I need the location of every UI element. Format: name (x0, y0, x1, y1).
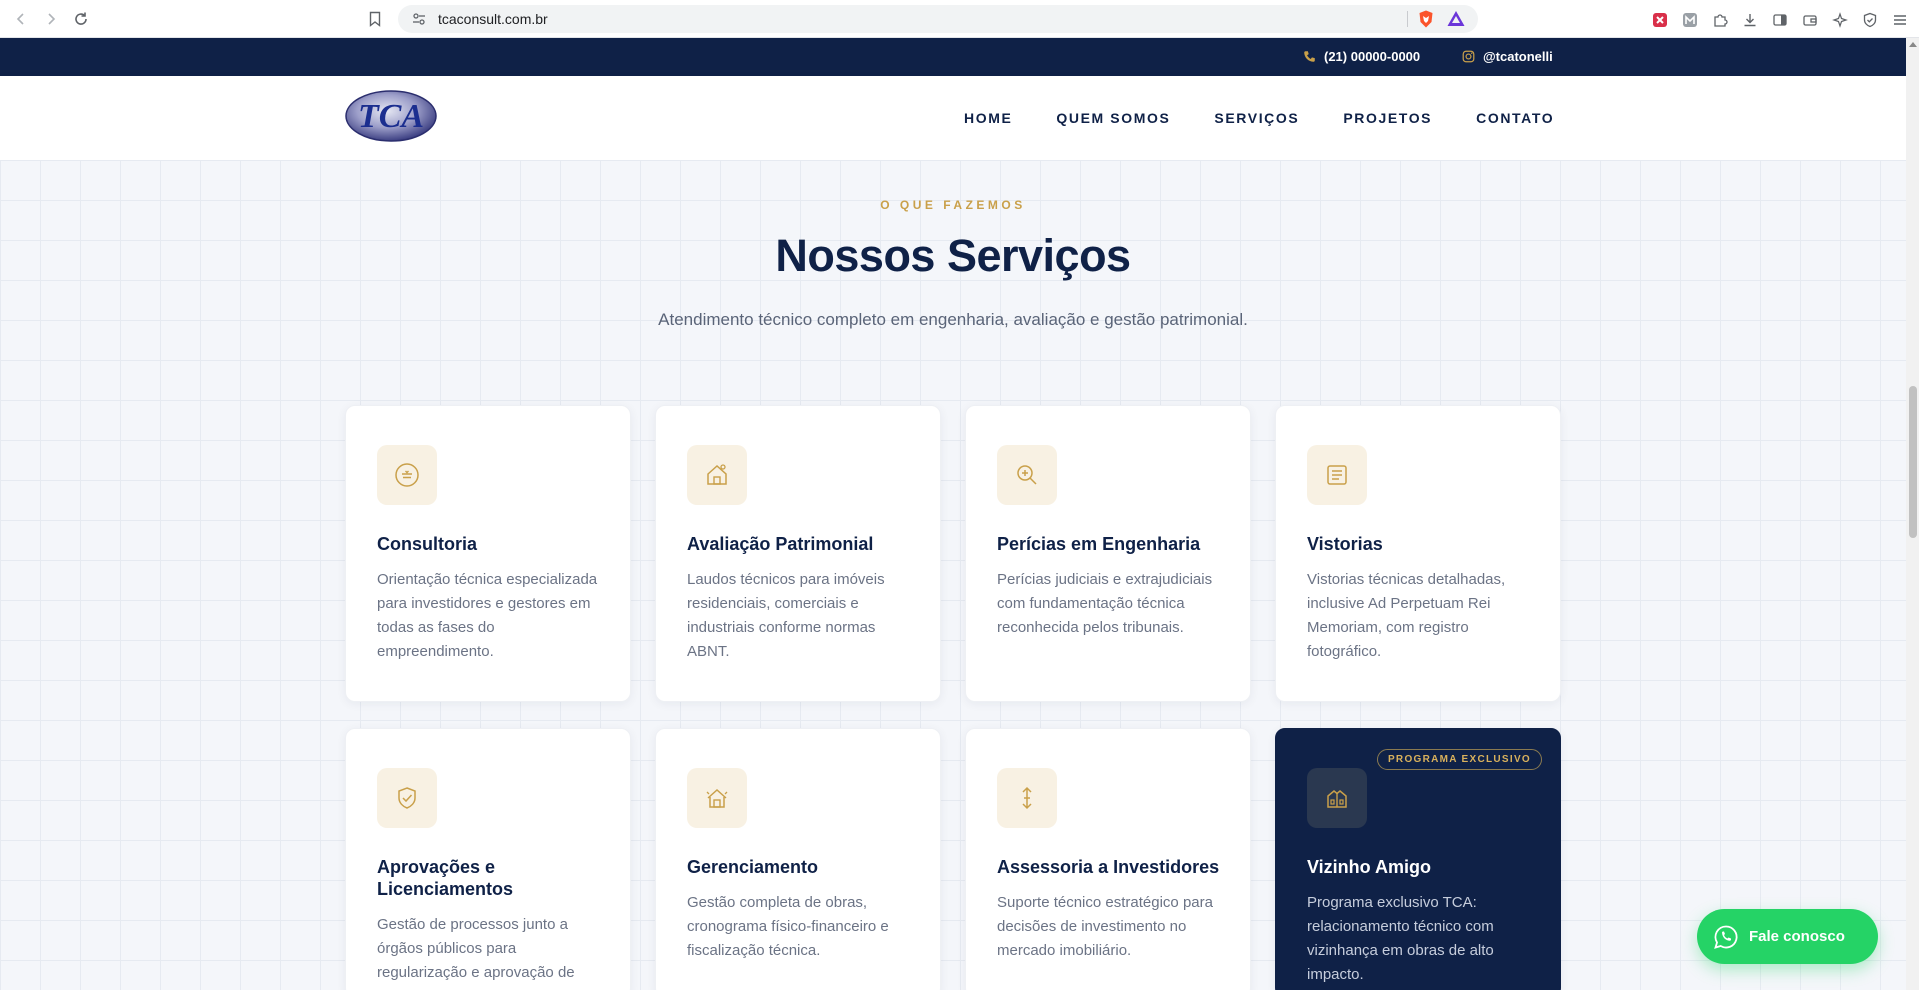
whatsapp-button[interactable]: Fale conosco (1697, 909, 1878, 964)
house-icon (687, 445, 747, 505)
logo-text: TCA (358, 98, 424, 135)
service-title: Aprovações e Licenciamentos (377, 857, 514, 899)
service-card-pericias[interactable]: Perícias em Engenharia Perícias judiciai… (965, 405, 1251, 702)
service-title: Perícias em Engenharia (997, 534, 1201, 554)
back-button[interactable] (8, 6, 34, 32)
service-description: Orientação técnica especializada para in… (377, 571, 598, 660)
extension-m-icon[interactable] (1679, 9, 1701, 31)
building-icon (687, 768, 747, 828)
reload-icon (75, 12, 87, 25)
service-card-consultoria[interactable]: Consultoria Orientação técnica especiali… (345, 405, 631, 702)
services-section: O QUE FAZEMOS Nossos Serviços Atendiment… (0, 160, 1906, 990)
url-text[interactable]: tcaconsult.com.br (438, 11, 548, 27)
section-title: Nossos Serviços (775, 230, 1131, 281)
service-description: Vistorias técnicas detalhadas, inclusive… (1307, 571, 1506, 660)
scrollbar-thumb[interactable] (1909, 386, 1917, 538)
reload-button[interactable] (68, 6, 94, 32)
puzzle-icon[interactable] (1709, 9, 1731, 31)
address-bar[interactable]: tcaconsult.com.br (398, 5, 1478, 33)
extension-red-icon[interactable] (1649, 9, 1671, 31)
service-title: Consultoria (377, 534, 478, 554)
service-description: Programa exclusivo TCA: relacionamento t… (1307, 894, 1494, 983)
service-card-aprovacoes[interactable]: Aprovações e Licenciamentos Gestão de pr… (345, 728, 631, 990)
brave-shield-icon[interactable] (1416, 9, 1436, 29)
exclusive-badge: PROGRAMA EXCLUSIVO (1376, 749, 1542, 770)
browser-toolbar: tcaconsult.com.br (0, 0, 1919, 38)
magnifier-icon (997, 445, 1057, 505)
vpn-shield-icon[interactable] (1859, 9, 1881, 31)
back-arrow-icon (16, 12, 24, 25)
phone-link[interactable]: (21) 00000-0000 (1303, 49, 1420, 64)
arrows-vertical-icon (997, 768, 1057, 828)
service-description: Perícias judiciais e extrajudiciais com … (997, 571, 1213, 636)
consulting-icon (377, 445, 437, 505)
address-divider (1407, 11, 1408, 27)
section-subtitle: Atendimento técnico completo em engenhar… (658, 310, 1248, 329)
service-card-avaliacao[interactable]: Avaliação Patrimonial Laudos técnicos pa… (655, 405, 941, 702)
top-contact-bar: (21) 00000-0000 @tcatonelli (0, 38, 1906, 76)
nav-projetos[interactable]: PROJETOS (1343, 110, 1432, 126)
site-settings-icon[interactable] (410, 10, 428, 28)
service-title: Avaliação Patrimonial (687, 534, 874, 554)
tca-logo[interactable]: TCA (344, 89, 438, 143)
instagram-icon (1462, 50, 1475, 63)
service-description: Gestão completa de obras, cronograma fís… (687, 894, 889, 959)
service-card-gerenciamento[interactable]: Gerenciamento Gestão completa de obras, … (655, 728, 941, 990)
bookmark-icon (369, 11, 381, 27)
shield-check-icon (377, 768, 437, 828)
nav-servicos[interactable]: SERVIÇOS (1214, 110, 1299, 126)
section-eyebrow: O QUE FAZEMOS (880, 198, 1026, 212)
download-icon[interactable] (1739, 9, 1761, 31)
main-nav: HOME QUEM SOMOS SERVIÇOS PROJETOS CONTAT… (964, 110, 1554, 126)
service-description: Laudos técnicos para imóveis residenciai… (687, 571, 885, 660)
service-title: Vistorias (1307, 534, 1383, 554)
sidebar-icon[interactable] (1769, 9, 1791, 31)
forward-arrow-icon (48, 12, 56, 25)
service-title: Vizinho Amigo (1307, 857, 1431, 877)
service-title: Gerenciamento (687, 857, 819, 877)
whatsapp-icon (1714, 925, 1738, 949)
nav-quem-somos[interactable]: QUEM SOMOS (1056, 110, 1170, 126)
site-header: TCA HOME QUEM SOMOS SERVIÇOS PROJETOS CO… (0, 76, 1906, 160)
nav-home[interactable]: HOME (964, 110, 1012, 126)
phone-icon (1304, 51, 1315, 62)
service-card-vistorias[interactable]: Vistorias Vistorias técnicas detalhadas,… (1275, 405, 1561, 702)
wallet-icon[interactable] (1799, 9, 1821, 31)
page-scrollbar[interactable] (1906, 38, 1919, 990)
service-card-vizinho-amigo[interactable]: PROGRAMA EXCLUSIVO Vizinho Amigo Program… (1275, 728, 1561, 990)
forward-button[interactable] (38, 6, 64, 32)
instagram-handle: @tcatonelli (1483, 49, 1553, 64)
neighbor-icon (1307, 768, 1367, 828)
scroll-up-icon[interactable] (1909, 42, 1917, 47)
instagram-link[interactable]: @tcatonelli (1462, 49, 1553, 64)
nav-contato[interactable]: CONTATO (1476, 110, 1554, 126)
document-icon (1307, 445, 1367, 505)
whatsapp-label: Fale conosco (1749, 928, 1845, 945)
service-card-assessoria[interactable]: Assessoria a Investidores Suporte técnic… (965, 728, 1251, 990)
service-description: Gestão de processos junto a órgãos públi… (377, 916, 575, 981)
leo-ai-icon[interactable] (1829, 9, 1851, 31)
phone-number: (21) 00000-0000 (1324, 49, 1421, 64)
bookmark-button[interactable] (364, 8, 386, 30)
service-title: Assessoria a Investidores (997, 857, 1220, 877)
menu-icon[interactable] (1889, 9, 1911, 31)
service-description: Suporte técnico estratégico para decisõe… (997, 894, 1213, 959)
rewards-icon[interactable] (1446, 9, 1466, 29)
extensions-area (1649, 9, 1911, 31)
